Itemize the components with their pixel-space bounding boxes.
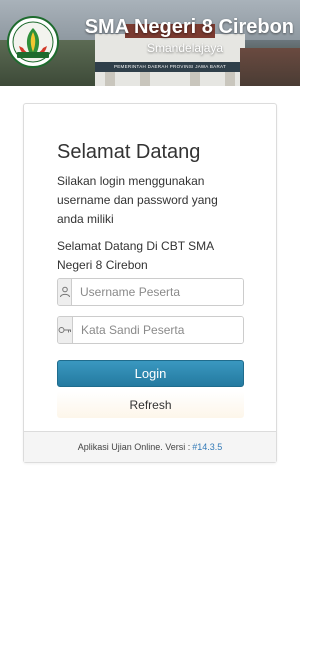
site-title: SMA Negeri 8 Cirebon xyxy=(84,16,294,38)
password-input-group xyxy=(57,316,244,344)
user-icon xyxy=(58,279,72,305)
password-input[interactable] xyxy=(73,317,243,343)
login-card-body: Selamat Datang Silakan login menggunakan… xyxy=(57,140,245,275)
username-input[interactable] xyxy=(72,279,243,305)
login-button[interactable]: Login xyxy=(57,360,244,387)
site-subtitle: Smandelajaya xyxy=(147,41,224,55)
card-footer: Aplikasi Ujian Online. Versi : #14.3.5 xyxy=(24,431,276,462)
footer-text: Aplikasi Ujian Online. Versi : xyxy=(77,442,191,452)
header-banner: PEMERINTAH DAERAH PROVINSI JAWA BARAT SM… xyxy=(0,0,300,86)
building-banner: PEMERINTAH DAERAH PROVINSI JAWA BARAT xyxy=(95,62,245,72)
login-instructions: Silakan login menggunakan username dan p… xyxy=(57,174,218,226)
welcome-title: Selamat Datang xyxy=(57,141,201,163)
version-link[interactable]: #14.3.5 xyxy=(192,442,222,452)
login-card: Selamat Datang Silakan login menggunakan… xyxy=(23,103,277,463)
school-welcome-text: Selamat Datang Di CBT SMA Negeri 8 Cireb… xyxy=(57,239,214,272)
refresh-button[interactable]: Refresh xyxy=(57,391,244,418)
key-icon xyxy=(58,317,73,343)
username-input-group xyxy=(57,278,244,306)
school-logo xyxy=(7,16,59,68)
roof-background xyxy=(240,48,300,86)
